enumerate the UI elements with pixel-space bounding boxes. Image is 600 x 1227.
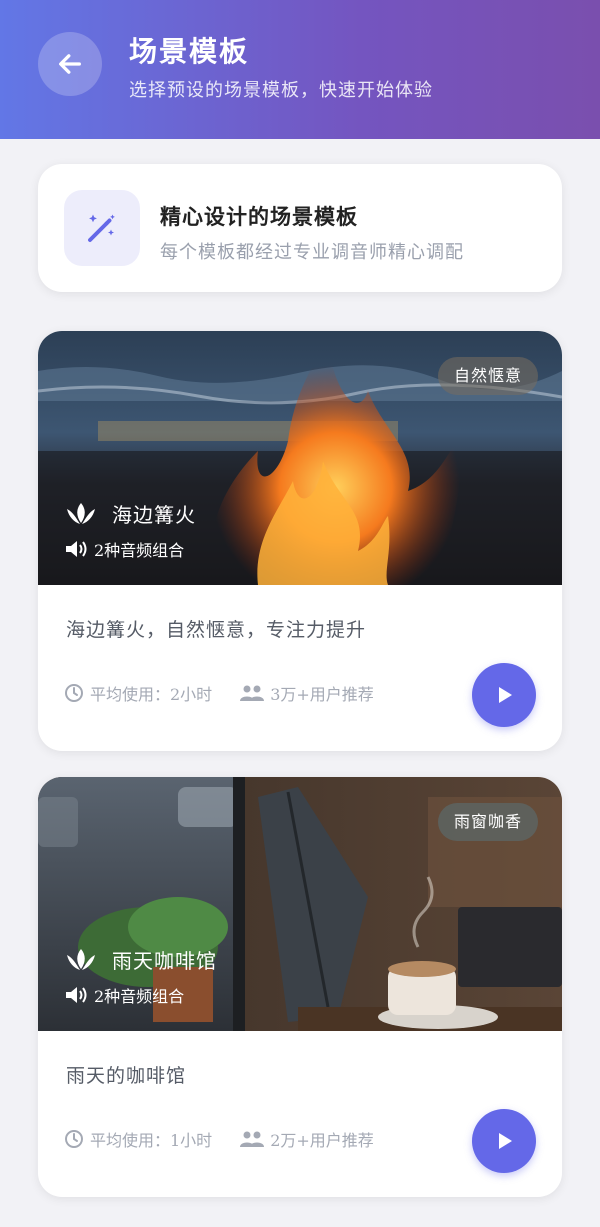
magic-wand-icon (88, 214, 115, 242)
back-button[interactable] (38, 32, 102, 96)
template-card-rainy-cafe[interactable]: 雨窗咖香 雨天咖啡馆 2种音频组合 雨天的咖啡馆 平均使用：1小时 2万+用户推… (38, 777, 562, 1197)
template-description: 海边篝火，自然惬意，专注力提升 (66, 619, 367, 641)
audio-combo-text: 2种音频组合 (94, 987, 185, 1006)
users-icon (240, 1131, 265, 1147)
audio-combo-row: 2种音频组合 (64, 983, 184, 1007)
template-name: 雨天咖啡馆 (112, 949, 217, 973)
template-tag: 雨窗咖香 (437, 803, 538, 841)
audio-combo-text: 2种音频组合 (94, 541, 185, 560)
template-meta: 平均使用：2小时 3万+用户推荐 (64, 681, 374, 705)
page-title: 场景模板 (129, 35, 250, 68)
intro-icon-box (64, 190, 140, 266)
template-name-row: 雨天咖啡馆 (64, 945, 217, 974)
volume-icon (66, 541, 87, 557)
page-subtitle: 选择预设的场景模板，快速开始体验 (129, 80, 433, 101)
lotus-icon (67, 502, 95, 524)
clock-icon (65, 1130, 83, 1148)
lotus-icon (67, 948, 95, 970)
arrow-left-icon (59, 54, 81, 74)
users-icon (240, 685, 265, 701)
avg-use-text: 平均使用：2小时 (90, 685, 213, 704)
template-name-row: 海边篝火 (64, 499, 196, 528)
play-button[interactable] (472, 1109, 536, 1173)
play-icon (499, 1133, 512, 1149)
intro-title: 精心设计的场景模板 (160, 204, 358, 229)
recommend-text: 3万+用户推荐 (270, 685, 374, 704)
page-header: 场景模板 选择预设的场景模板，快速开始体验 (0, 0, 600, 139)
volume-icon (66, 987, 87, 1003)
play-icon (499, 687, 512, 703)
template-tag: 自然惬意 (437, 357, 538, 395)
recommend-group: 3万+用户推荐 (240, 681, 374, 705)
clock-icon (65, 684, 83, 702)
audio-combo-row: 2种音频组合 (64, 537, 184, 561)
intro-card: 精心设计的场景模板 每个模板都经过专业调音师精心调配 (38, 164, 562, 292)
template-meta: 平均使用：1小时 2万+用户推荐 (64, 1127, 374, 1151)
template-name: 海边篝火 (112, 503, 196, 527)
avg-use-text: 平均使用：1小时 (90, 1131, 213, 1150)
recommend-group: 2万+用户推荐 (240, 1127, 374, 1151)
template-description: 雨天的咖啡馆 (66, 1065, 187, 1087)
play-button[interactable] (472, 663, 536, 727)
template-card-beach-bonfire[interactable]: 自然惬意 海边篝火 2种音频组合 海边篝火，自然惬意，专注力提升 平均使用：2小… (38, 331, 562, 751)
intro-subtitle: 每个模板都经过专业调音师精心调配 (160, 242, 464, 263)
recommend-text: 2万+用户推荐 (270, 1131, 374, 1150)
